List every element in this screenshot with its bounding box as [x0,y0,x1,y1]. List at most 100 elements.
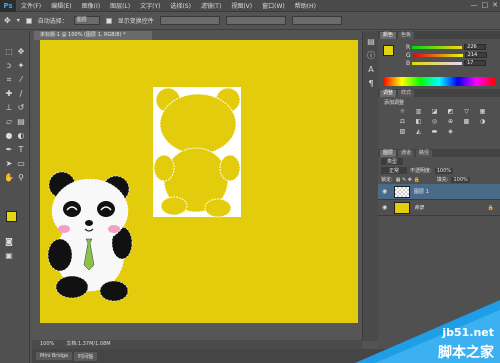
gradient-tool-icon[interactable]: ▤ [16,117,26,127]
tab-color[interactable]: 颜色 [380,31,397,39]
properties-panel-icon[interactable]: ⓘ [366,51,376,61]
g-value-field[interactable]: 214 [464,52,487,58]
brush-tool-icon[interactable]: ∕ [16,89,26,99]
photo-filter-icon[interactable]: ◎ [430,118,439,125]
photoshop-logo: Ps [0,0,16,12]
close-button[interactable]: ✕ [492,1,498,9]
lasso-tool-icon[interactable]: ↄ [4,61,14,71]
tool-preset-dropdown[interactable]: ▾ [17,17,20,24]
brightness-icon[interactable]: ☼ [398,108,407,115]
auto-select-checkbox[interactable] [25,17,32,24]
filter-kind-dropdown[interactable]: 类型 [381,158,404,165]
layer-name[interactable]: 图层 1 [414,188,429,195]
eye-icon[interactable]: ◉ [382,188,390,195]
zoom-tool-icon[interactable]: ⚲ [16,173,26,183]
levels-icon[interactable]: ▥ [414,108,423,115]
tab-swatches[interactable]: 色板 [398,31,415,39]
type-tool-icon[interactable]: T [16,145,26,155]
distribute-buttons[interactable] [225,16,286,25]
shape-tool-icon[interactable]: ▭ [16,159,26,169]
eraser-icon[interactable]: ▱ [4,117,14,127]
tab-adjustments[interactable]: 调整 [380,89,397,97]
posterize-icon[interactable]: ▧ [398,128,407,135]
tab-channels[interactable]: 通道 [398,149,415,157]
eyedropper-icon[interactable]: ⁄ [16,75,26,85]
lock-icons[interactable]: ▦ ✎ ✥ 🔒 [396,177,420,183]
layer-row[interactable]: ◉ 背景 🔒 [378,200,500,216]
path-select-icon[interactable]: ➤ [4,159,14,169]
menu-filter[interactable]: 滤镜(T) [196,1,226,10]
clone-stamp-icon[interactable]: ⊥ [4,103,14,113]
magic-wand-icon[interactable]: ✦ [16,61,26,71]
marquee-tool-icon[interactable]: ⬚ [4,47,14,57]
move-tool-icon[interactable]: ✥ [4,16,11,25]
vibrance-icon[interactable]: ▽ [462,108,471,115]
channel-mixer-icon[interactable]: ⊕ [446,118,455,125]
eye-icon[interactable]: ◉ [382,204,390,211]
tab-paths[interactable]: 路径 [416,149,433,157]
panda-silhouette[interactable] [150,84,245,220]
color-panel: R 226 G 214 B 17 [378,39,500,89]
color-spectrum[interactable] [383,77,495,86]
color-lookup-icon[interactable]: ▩ [462,118,471,125]
fill-field[interactable]: 100% [451,176,470,183]
tab-styles[interactable]: 样式 [398,89,415,97]
foreground-color-swatch[interactable] [6,211,17,222]
menu-edit[interactable]: 编辑(E) [46,1,76,10]
menu-help[interactable]: 帮助(H) [290,1,321,10]
tab-mini-bridge[interactable]: Mini Bridge [36,352,73,360]
menu-type[interactable]: 文字(Y) [135,1,165,10]
hand-tool-icon[interactable]: ✋ [4,173,14,183]
paragraph-panel-icon[interactable]: ¶ [366,79,376,89]
tab-layers[interactable]: 图层 [380,149,397,157]
history-brush-icon[interactable]: ↺ [16,103,26,113]
menu-layer[interactable]: 图层(L) [105,1,135,10]
menu-bar: Ps 文件(F) 编辑(E) 图像(I) 图层(L) 文字(Y) 选择(S) 滤… [0,0,500,12]
menu-file[interactable]: 文件(F) [16,1,46,10]
exposure-icon[interactable]: ◩ [446,108,455,115]
document-info[interactable]: 文档:1.37M/1.08M [66,340,110,349]
3d-mode-buttons[interactable] [291,16,342,25]
pen-tool-icon[interactable]: ✒ [4,145,14,155]
color-balance-icon[interactable]: ⚖ [398,118,407,125]
r-slider[interactable] [412,45,463,49]
quick-mask-icon[interactable]: ◙ [4,237,14,247]
panda-image[interactable] [42,167,142,302]
blend-mode-dropdown[interactable]: 正常 [381,167,408,174]
show-transform-checkbox[interactable] [105,17,112,24]
b-slider[interactable] [412,61,463,65]
g-slider[interactable] [412,53,463,57]
invert-icon[interactable]: ◑ [478,118,487,125]
menu-image[interactable]: 图像(I) [77,1,105,10]
color-fg-swatch[interactable] [383,45,394,56]
menu-view[interactable]: 视图(V) [226,1,257,10]
curves-icon[interactable]: ◪ [430,108,439,115]
document-tab[interactable]: 未标题-1 @ 100% (图层 1, RGB/8) * [34,31,152,40]
character-panel-icon[interactable]: A [366,65,376,75]
tab-timeline[interactable]: 时间轴 [74,351,98,361]
blur-tool-icon[interactable]: ● [4,131,14,141]
threshold-icon[interactable]: ◭ [414,128,423,135]
crop-tool-icon[interactable]: ⌗ [4,75,14,85]
healing-brush-icon[interactable]: ✚ [4,89,14,99]
history-panel-icon[interactable]: ▤ [366,37,376,47]
maximize-button[interactable]: □ [482,1,489,9]
dodge-tool-icon[interactable]: ◐ [16,131,26,141]
zoom-level[interactable]: 100% [40,340,54,349]
align-buttons[interactable] [159,16,220,25]
minimize-button[interactable]: — [471,1,478,9]
r-value-field[interactable]: 226 [464,44,487,50]
screen-mode-icon[interactable]: ▣ [4,251,14,261]
selective-color-icon[interactable]: ◈ [446,128,455,135]
black-white-icon[interactable]: ◧ [414,118,423,125]
auto-select-dropdown[interactable]: 图层 [73,16,100,25]
hue-saturation-icon[interactable]: ▦ [478,108,487,115]
opacity-field[interactable]: 100% [434,167,453,174]
move-tool-icon[interactable]: ✥ [16,47,26,57]
layer-name[interactable]: 背景 [414,204,424,211]
layer-row[interactable]: ◉ 图层 1 [378,184,500,200]
menu-window[interactable]: 窗口(W) [257,1,290,10]
menu-select[interactable]: 选择(S) [165,1,196,10]
gradient-map-icon[interactable]: ▬ [430,128,439,135]
b-value-field[interactable]: 17 [464,60,487,66]
